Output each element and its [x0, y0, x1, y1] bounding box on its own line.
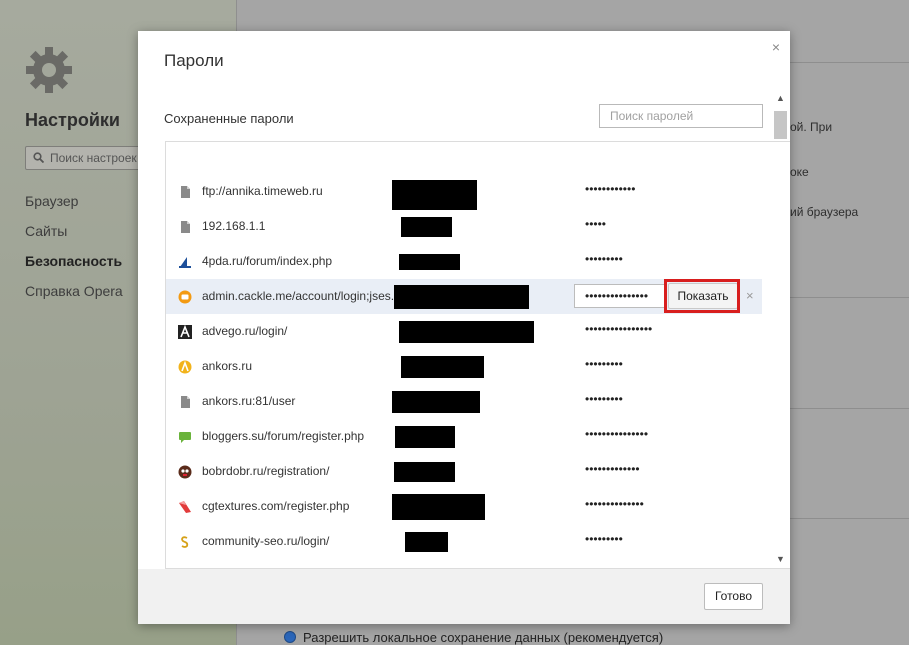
divider: [790, 297, 909, 298]
done-button[interactable]: Готово: [704, 583, 763, 610]
redacted-username: [392, 494, 485, 520]
settings-search-placeholder: Поиск настроек: [50, 151, 137, 165]
sidebar-item-opera-help[interactable]: Справка Opera: [25, 282, 123, 312]
password-row[interactable]: 192.168.1.1 •••••: [166, 209, 762, 244]
site-url: ftp://annika.timeweb.ru: [202, 184, 323, 198]
site-url: community-seo.ru/login/: [202, 534, 330, 548]
file-icon: [181, 186, 190, 198]
password-row[interactable]: ankors.ru •••••••••: [166, 349, 762, 384]
sidebar-item-browser[interactable]: Браузер: [25, 192, 123, 222]
sidebar-nav: Браузер Сайты Безопасность Справка Opera: [25, 192, 123, 312]
redacted-username: [401, 356, 484, 378]
password-row[interactable]: advego.ru/login/ ••••••••••••••••: [166, 314, 762, 349]
redacted-username: [392, 180, 477, 210]
site-url: ankors.ru: [202, 359, 253, 373]
4pda-icon: [178, 255, 192, 269]
settings-text-fragment: ий браузера: [790, 205, 859, 219]
redacted-username: [395, 426, 455, 448]
redacted-username: [405, 532, 448, 552]
search-icon: [33, 152, 44, 163]
password-row[interactable]: bobrdobr.ru/registration/ •••••••••••••: [166, 454, 762, 489]
password-row[interactable]: community-seo.ru/login/ •••••••••: [166, 524, 762, 559]
highlight-frame: [664, 279, 740, 313]
seo-icon: [181, 536, 189, 548]
password-row[interactable]: 4pda.ru/forum/index.php •••••••••: [166, 244, 762, 279]
dialog-footer: Готово: [138, 569, 790, 624]
divider: [790, 62, 909, 63]
masked-password: ••••••••••••: [585, 182, 636, 196]
site-url: advego.ru/login/: [202, 324, 288, 338]
scroll-up-icon[interactable]: ▲: [776, 93, 785, 103]
speech-bubble-icon: [179, 432, 191, 443]
remove-icon[interactable]: ×: [746, 288, 754, 303]
site-url: ankors.ru:81/user: [202, 394, 296, 408]
masked-password: ••••••••••••••: [585, 497, 644, 511]
advego-icon: [178, 325, 192, 339]
local-storage-radio-label: Разрешить локальное сохранение данных (р…: [303, 630, 664, 645]
masked-password: •••••••••: [585, 252, 623, 266]
settings-text-fragment: оке: [790, 165, 809, 179]
masked-password: •••••••••: [585, 392, 623, 406]
divider: [790, 518, 909, 519]
masked-password: •••••••••••••••: [585, 427, 649, 441]
masked-password: •••••••••: [585, 357, 623, 371]
site-url: 4pda.ru/forum/index.php: [202, 254, 333, 268]
close-icon[interactable]: ×: [772, 39, 780, 55]
password-list-scrollbar[interactable]: ▲ ▼: [772, 93, 789, 569]
redacted-username: [399, 321, 534, 343]
password-row-selected[interactable]: admin.cackle.me/account/login;jses... ••…: [166, 279, 762, 314]
site-url: 192.168.1.1: [202, 219, 266, 233]
password-list: ftp://annika.timeweb.ru •••••••••••• 192…: [165, 141, 790, 569]
settings-text-fragment: ой. При: [790, 120, 833, 134]
file-icon: [181, 396, 190, 408]
password-row[interactable]: ankors.ru:81/user •••••••••: [166, 384, 762, 419]
password-row[interactable]: cgtextures.com/register.php ••••••••••••…: [166, 489, 762, 524]
dialog-title: Пароли: [164, 51, 224, 70]
gear-icon: [26, 47, 72, 93]
scroll-down-icon[interactable]: ▼: [776, 554, 785, 564]
password-row[interactable]: bloggers.su/forum/register.php •••••••••…: [166, 419, 762, 454]
cackle-icon: [178, 290, 192, 304]
redacted-username: [399, 254, 460, 270]
redacted-username: [394, 285, 529, 309]
redacted-username: [401, 217, 452, 237]
masked-password: •••••••••••••: [585, 462, 640, 476]
divider: [790, 408, 909, 409]
password-field[interactable]: •••••••••••••••: [574, 284, 666, 308]
bobrdobr-icon: [178, 465, 192, 479]
file-icon: [181, 221, 190, 233]
site-url: bloggers.su/forum/register.php: [202, 429, 365, 443]
passwords-dialog: × Пароли Сохраненные пароли ftp://annika…: [138, 31, 790, 624]
password-search-input[interactable]: [599, 104, 763, 128]
masked-password: ••••••••••••••••: [585, 322, 653, 336]
site-url: admin.cackle.me/account/login;jses...: [202, 289, 401, 303]
password-row[interactable]: ftp://annika.timeweb.ru ••••••••••••: [166, 174, 762, 210]
site-url: cgtextures.com/register.php: [202, 499, 350, 513]
sidebar-item-security[interactable]: Безопасность: [25, 252, 123, 282]
sidebar-title: Настройки: [25, 110, 120, 130]
local-storage-radio[interactable]: [284, 631, 296, 643]
site-url: bobrdobr.ru/registration/: [202, 464, 330, 478]
masked-password: •••••: [585, 217, 607, 231]
sidebar-item-sites[interactable]: Сайты: [25, 222, 123, 252]
cgtextures-icon: [179, 501, 191, 513]
redacted-username: [392, 391, 480, 413]
masked-password: •••••••••: [585, 532, 623, 546]
scroll-thumb[interactable]: [774, 111, 787, 139]
saved-passwords-heading: Сохраненные пароли: [164, 111, 294, 126]
redacted-username: [394, 462, 455, 482]
ankors-icon: [178, 360, 192, 374]
